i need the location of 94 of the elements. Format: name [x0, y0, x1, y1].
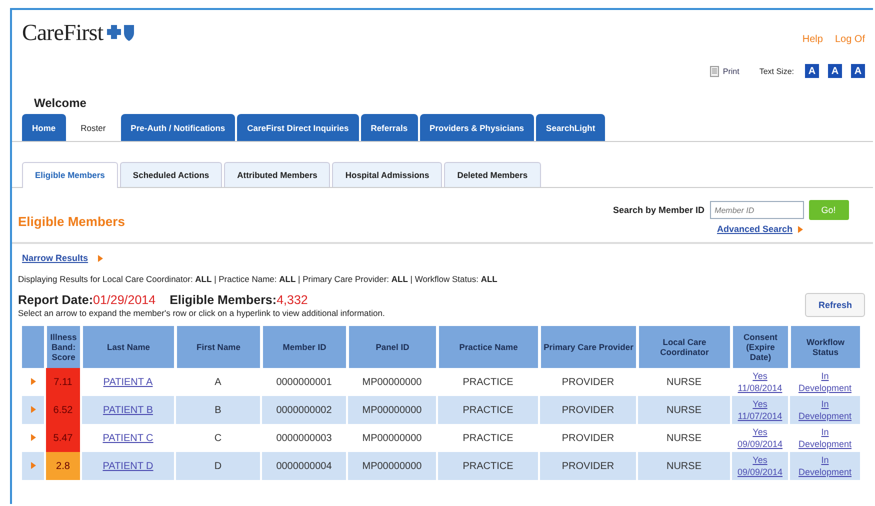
table-cell: 0000000004 [262, 452, 346, 480]
patient-link[interactable]: PATIENT A [103, 376, 153, 388]
advanced-search-link[interactable]: Advanced Search [717, 224, 793, 234]
triangle-icon [98, 254, 104, 262]
expand-arrow-icon[interactable] [30, 434, 36, 440]
text-size-button[interactable]: A [851, 64, 865, 78]
eligible-members-count: 4,332 [276, 293, 308, 307]
sub-tab[interactable]: Hospital Admissions [332, 162, 442, 187]
printer-icon[interactable] [710, 66, 719, 76]
expand-arrow-icon[interactable] [30, 462, 36, 468]
status-link[interactable]: In [821, 455, 829, 465]
table-cell: PRACTICE [438, 396, 538, 424]
column-header[interactable]: Member ID [262, 326, 346, 368]
consent-link[interactable]: Yes [752, 399, 768, 409]
sub-tab[interactable]: Deleted Members [444, 162, 541, 187]
table-cell: D [176, 452, 260, 480]
consent-link[interactable]: Yes [752, 371, 768, 381]
search-label: Search by Member ID [613, 205, 705, 215]
table-cell: PROVIDER [540, 452, 636, 480]
column-header[interactable]: Primary Care Provider [540, 326, 636, 368]
expire-date-link[interactable]: 11/07/2014 [738, 411, 782, 421]
text-size-button[interactable]: A [828, 64, 842, 78]
sub-tab[interactable]: Attributed Members [224, 162, 330, 187]
column-header[interactable]: Last Name [82, 326, 174, 368]
consent-link[interactable]: Yes [752, 427, 768, 437]
expire-date-link[interactable]: 11/08/2014 [738, 383, 782, 393]
column-header[interactable]: Illness Band: Score [46, 326, 80, 368]
eligible-members-label: Eligible Members: [170, 293, 277, 307]
triangle-icon [798, 226, 803, 232]
column-header[interactable]: Workflow Status [790, 326, 860, 368]
welcome-text: Welcome [33, 95, 88, 110]
report-date-label: Report Date: [18, 293, 94, 307]
table-cell-text: NURSE [665, 376, 702, 390]
column-header[interactable]: Practice Name [438, 326, 538, 368]
table-cell: B [176, 396, 260, 424]
table-cell-text: 0000000001 [275, 376, 333, 390]
expand-arrow-icon[interactable] [30, 406, 36, 412]
column-header[interactable]: First Name [176, 326, 260, 368]
table-cell: PRACTICE [438, 452, 538, 480]
carefirst-logo: CareFirst [22, 20, 104, 46]
cross-shield-icon [106, 24, 136, 42]
table-cell-text: A [214, 376, 222, 390]
score-cell: 5.47 [46, 424, 80, 452]
status-link[interactable]: Development [798, 411, 852, 421]
sub-tab[interactable]: Eligible Members [22, 162, 118, 188]
table-cell-text: MP00000000 [361, 432, 423, 446]
text-size-label: Text Size: [759, 66, 794, 76]
nav-tab[interactable]: Home [22, 114, 66, 141]
status-link[interactable]: Development [798, 439, 852, 449]
table-cell-text: NURSE [665, 432, 702, 446]
filter-summary: Displaying Results for Local Care Coordinator: ALL | Practice Name: ALL | Primary Care Provider: ALL | Workflow Status: ALL [17, 273, 498, 284]
table-cell-text: C [213, 432, 223, 446]
table-cell-text: PRACTICE [462, 376, 514, 390]
instructions-text: Select an arrow to expand the member's row or click on a hyperlink to view additional information. [18, 308, 385, 318]
column-header[interactable]: Local Care Coordinator [638, 326, 730, 368]
table-cell: NURSE [638, 452, 730, 480]
status-link[interactable]: In [821, 371, 829, 381]
column-header[interactable]: Consent (Expire Date) [732, 326, 788, 368]
status-link[interactable]: Development [798, 467, 852, 477]
member-id-field[interactable]: Member ID [710, 201, 804, 219]
table-cell-text: PROVIDER [560, 376, 616, 390]
expire-date-link[interactable]: 09/09/2014 [737, 439, 783, 449]
table-cell: MP00000000 [348, 396, 436, 424]
score-cell: 6.52 [46, 396, 80, 424]
table-cell-text: 0000000003 [275, 432, 333, 446]
expire-date-link[interactable]: 09/09/2014 [737, 467, 783, 477]
nav-tab[interactable]: Pre-Auth / Notifications [120, 114, 236, 141]
patient-link[interactable]: PATIENT C [102, 432, 154, 444]
score-cell: 7.11 [46, 368, 80, 396]
table-cell: 0000000002 [262, 396, 346, 424]
consent-link[interactable]: Yes [752, 455, 768, 465]
table-cell: NURSE [638, 396, 730, 424]
sub-tab[interactable]: Scheduled Actions [120, 162, 222, 187]
nav-tab[interactable]: Providers & Physicians [420, 114, 534, 141]
status-link[interactable]: In [821, 399, 829, 409]
table-cell-text: PRACTICE [462, 432, 514, 446]
refresh-button[interactable]: Refresh [805, 293, 865, 317]
text-size-button[interactable]: A [805, 64, 819, 78]
narrow-results-link[interactable]: Narrow Results [22, 253, 88, 263]
expand-arrow-icon[interactable] [30, 378, 36, 384]
print-link[interactable]: Print [722, 66, 740, 76]
column-header[interactable]: Panel ID [348, 326, 436, 368]
nav-tab[interactable]: SearchLight [536, 114, 606, 141]
nav-tab[interactable]: CareFirst Direct Inquiries [237, 114, 359, 141]
nav-tab[interactable]: Referrals [360, 114, 418, 141]
table-cell: PROVIDER [540, 396, 636, 424]
status-link[interactable]: Development [798, 383, 852, 393]
table-cell-text: MP00000000 [361, 376, 423, 390]
table-cell-text: PROVIDER [560, 432, 616, 446]
status-link[interactable]: In [821, 427, 829, 437]
report-date: 01/29/2014 [93, 293, 156, 307]
page-title: Eligible Members [18, 214, 125, 231]
score-cell: 2.8 [46, 452, 80, 480]
table-cell: MP00000000 [348, 452, 436, 480]
